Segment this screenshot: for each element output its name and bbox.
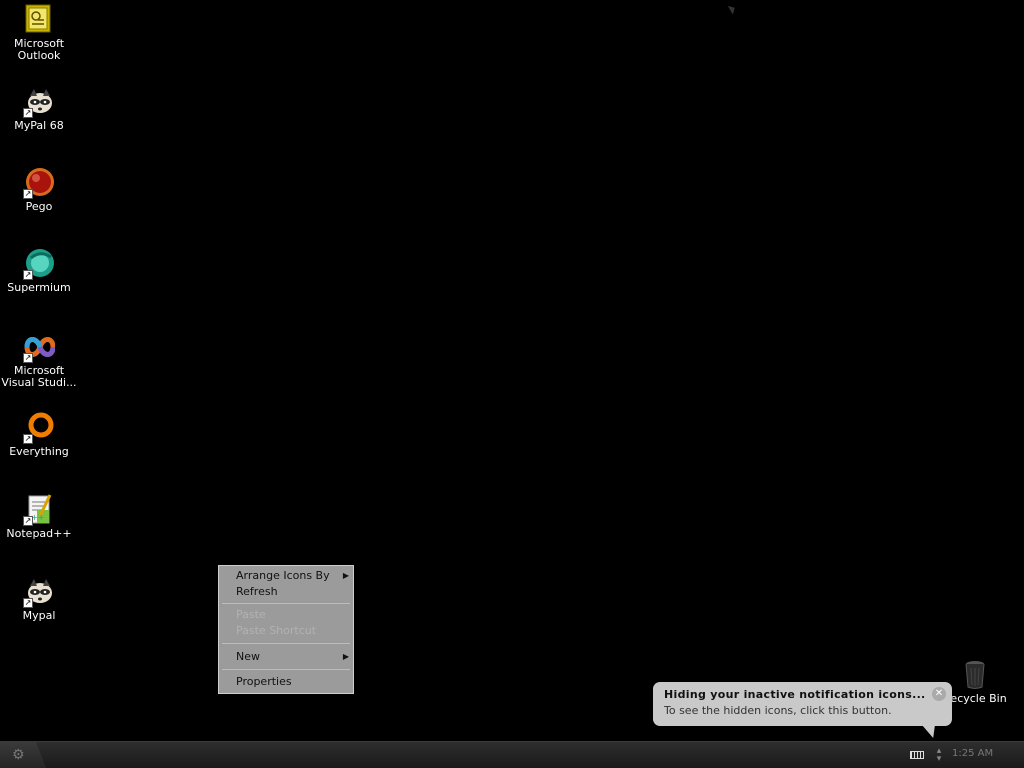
taskbar: ⚙ ▴ ▾ 1:25 AM bbox=[0, 741, 1024, 768]
everything-search-icon: ↗ bbox=[23, 412, 55, 444]
menu-item-refresh[interactable]: Refresh bbox=[219, 584, 353, 600]
submenu-arrow-icon: ▶ bbox=[342, 652, 349, 661]
menu-item-label: Paste Shortcut bbox=[236, 624, 317, 637]
show-hidden-icons-button[interactable]: ▴ ▾ bbox=[934, 747, 944, 764]
menu-item-paste: Paste bbox=[219, 607, 353, 623]
menu-item-label: Paste bbox=[236, 608, 266, 621]
supermium-icon: ↗ bbox=[23, 248, 55, 280]
menu-item-label: New bbox=[236, 650, 260, 663]
start-logo-icon: ⚙ bbox=[12, 747, 25, 763]
menu-separator bbox=[222, 603, 350, 604]
balloon-body: To see the hidden icons, click this butt… bbox=[664, 704, 892, 717]
desktop-icon-label: Everything bbox=[9, 445, 69, 458]
desktop-icon-label: Microsoft Outlook bbox=[13, 37, 65, 62]
shortcut-arrow-icon: ↗ bbox=[23, 516, 33, 526]
menu-item-label: Properties bbox=[236, 675, 292, 688]
notepad-plus-plus-icon: ++ ↗ bbox=[23, 494, 55, 526]
shortcut-arrow-icon: ↗ bbox=[23, 598, 33, 608]
desktop-icon-label: Supermium bbox=[7, 281, 71, 294]
clock[interactable]: 1:25 AM bbox=[952, 748, 993, 759]
desktop-context-menu: Arrange Icons By ▶ Refresh Paste Paste S… bbox=[218, 565, 354, 694]
system-tray: ▴ ▾ 1:25 AM bbox=[904, 742, 1024, 768]
shortcut-arrow-icon: ↗ bbox=[23, 270, 33, 280]
desktop-icon-supermium[interactable]: ↗ Supermium bbox=[0, 248, 79, 294]
mouse-cursor-icon bbox=[727, 3, 738, 15]
desktop-icon-mypal-68[interactable]: ↗ MyPal 68 bbox=[0, 86, 79, 132]
shortcut-arrow-icon: ↗ bbox=[23, 189, 33, 199]
keyboard-icon[interactable] bbox=[910, 751, 924, 759]
desktop-icon-label: Microsoft Visual Studi... bbox=[1, 364, 77, 389]
shortcut-arrow-icon: ↗ bbox=[23, 108, 33, 118]
desktop-icon-everything[interactable]: ↗ Everything bbox=[0, 412, 79, 458]
shortcut-arrow-icon: ↗ bbox=[23, 434, 33, 444]
desktop-icon-mypal[interactable]: ↗ Mypal bbox=[0, 576, 79, 622]
desktop[interactable]: Microsoft Outlook ↗ MyPal 68 ↗ Pego ↗ Su… bbox=[0, 0, 1024, 741]
recycle-bin-icon bbox=[959, 659, 991, 691]
menu-item-label: Refresh bbox=[236, 585, 278, 598]
shortcut-arrow-icon: ↗ bbox=[23, 353, 33, 363]
menu-item-paste-shortcut: Paste Shortcut bbox=[219, 623, 353, 639]
submenu-arrow-icon: ▶ bbox=[342, 571, 349, 580]
balloon-title: Hiding your inactive notification icons.… bbox=[664, 688, 926, 701]
menu-item-arrange-icons-by[interactable]: Arrange Icons By ▶ bbox=[219, 568, 353, 584]
desktop-icon-notepad-plus-plus[interactable]: ++ ↗ Notepad++ bbox=[0, 494, 79, 540]
desktop-icon-label: Mypal bbox=[22, 609, 56, 622]
menu-separator bbox=[222, 643, 350, 644]
start-button[interactable]: ⚙ bbox=[0, 742, 46, 768]
notification-balloon[interactable]: Hiding your inactive notification icons.… bbox=[653, 682, 952, 738]
visual-studio-icon: ↗ bbox=[23, 331, 56, 363]
desktop-icon-visual-studio[interactable]: ↗ Microsoft Visual Studi... bbox=[0, 331, 79, 389]
pego-icon: ↗ bbox=[23, 167, 55, 199]
desktop-icon-pego[interactable]: ↗ Pego bbox=[0, 167, 79, 213]
balloon-tail bbox=[922, 726, 940, 738]
desktop-icon-outlook[interactable]: Microsoft Outlook bbox=[0, 4, 79, 62]
desktop-icon-label: Pego bbox=[25, 200, 53, 213]
mypal-raccoon-icon: ↗ bbox=[23, 576, 55, 608]
svg-text:++: ++ bbox=[31, 513, 44, 522]
menu-item-label: Arrange Icons By bbox=[236, 569, 330, 582]
mypal-raccoon-icon: ↗ bbox=[23, 86, 55, 118]
desktop-icon-label: Notepad++ bbox=[6, 527, 72, 540]
menu-item-new[interactable]: New ▶ bbox=[219, 649, 353, 665]
outlook-icon bbox=[23, 4, 55, 36]
close-icon[interactable]: ✕ bbox=[932, 687, 946, 701]
menu-item-properties[interactable]: Properties bbox=[219, 674, 353, 690]
menu-separator bbox=[222, 669, 350, 670]
desktop-icon-label: MyPal 68 bbox=[14, 119, 64, 132]
